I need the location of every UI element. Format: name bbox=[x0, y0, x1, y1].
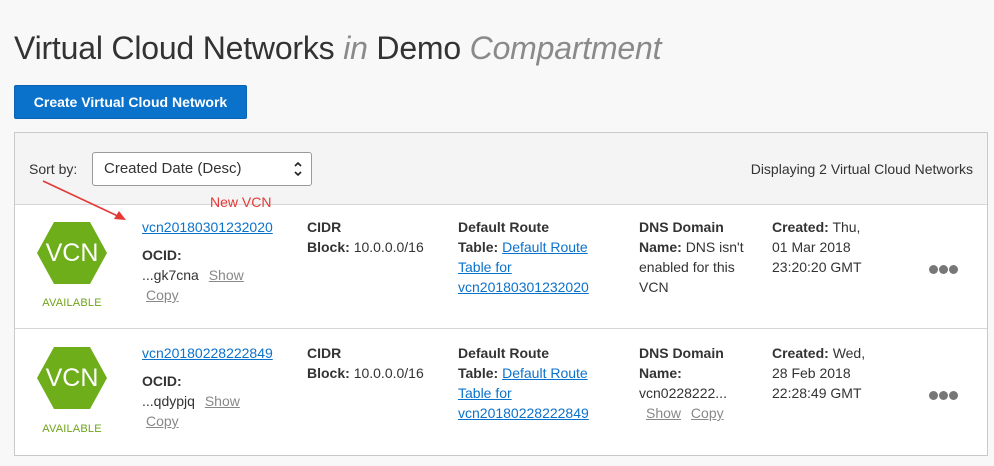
created-label: Created: bbox=[772, 219, 829, 235]
created-cell: Created: Thu, 01 Mar 2018 23:20:20 GMT bbox=[772, 217, 862, 277]
route-table-cell: Default Route Table: Default Route Table… bbox=[458, 343, 589, 423]
ocid-show-link[interactable]: Show bbox=[205, 393, 240, 409]
dns-value: vcn0228222... bbox=[639, 385, 727, 401]
display-count: Displaying 2 Virtual Cloud Networks bbox=[750, 161, 973, 177]
route-table-link-line2[interactable]: Table for bbox=[458, 259, 512, 275]
vcn-hexagon-icon: VCN bbox=[37, 222, 107, 284]
created-label: Created: bbox=[772, 345, 829, 361]
sort-label: Sort by: bbox=[29, 161, 78, 177]
ocid-label: OCID: bbox=[142, 373, 182, 389]
cidr-value: 10.0.0.0/16 bbox=[353, 239, 424, 255]
dns-label: DNS Domain bbox=[639, 345, 724, 361]
created-day: Thu, bbox=[832, 219, 861, 235]
cidr-label: CIDR bbox=[307, 345, 342, 361]
sort-select-value: Created Date (Desc) bbox=[104, 160, 242, 177]
dns-value-line3: VCN bbox=[639, 279, 669, 295]
created-date: 01 Mar 2018 bbox=[772, 239, 851, 255]
create-vcn-button[interactable]: Create Virtual Cloud Network bbox=[14, 85, 247, 119]
cidr-label: CIDR bbox=[307, 219, 342, 235]
page-title-in: in bbox=[343, 30, 368, 66]
route-table-link-line2[interactable]: Table for bbox=[458, 385, 512, 401]
created-time: 22:28:49 GMT bbox=[772, 385, 862, 401]
dns-cell: DNS Domain Name: vcn0228222... Show Copy bbox=[639, 343, 727, 423]
ocid-label: OCID: bbox=[142, 247, 182, 263]
route-label: Default Route bbox=[458, 219, 549, 235]
dns-show-link[interactable]: Show bbox=[646, 405, 681, 421]
compartment-word: Compartment bbox=[469, 30, 662, 66]
created-date: 28 Feb 2018 bbox=[772, 365, 851, 381]
dns-cell: DNS Domain Name: DNS isn't enabled for t… bbox=[639, 217, 744, 297]
vcn-icon-text: VCN bbox=[45, 364, 99, 392]
created-cell: Created: Wed, 28 Feb 2018 22:28:49 GMT bbox=[772, 343, 865, 403]
route-label: Default Route bbox=[458, 345, 549, 361]
route-table-cell: Default Route Table: Default Route Table… bbox=[458, 217, 589, 297]
dns-value: DNS isn't bbox=[685, 239, 744, 255]
page-title: Virtual Cloud Networks in Demo Compartme… bbox=[14, 30, 662, 67]
vcn-icon-text: VCN bbox=[45, 239, 99, 267]
vcn-row: VCN AVAILABLE vcn20180228222849 OCID: ..… bbox=[15, 329, 987, 455]
vcn-list-panel: Sort by: Created Date (Desc) Displaying … bbox=[14, 132, 988, 456]
dns-copy-link[interactable]: Copy bbox=[691, 405, 724, 421]
cidr-cell: CIDR Block: 10.0.0.0/16 bbox=[307, 217, 424, 257]
vcn-name-link[interactable]: vcn20180228222849 bbox=[142, 345, 273, 361]
select-arrows-icon bbox=[294, 161, 302, 177]
dns-value-line2: enabled for this bbox=[639, 259, 735, 275]
new-vcn-annotation: New VCN bbox=[210, 194, 272, 210]
route-table-link[interactable]: Default Route bbox=[502, 239, 588, 255]
cidr-label-block: Block: bbox=[307, 365, 350, 381]
vcn-name-link[interactable]: vcn20180301232020 bbox=[142, 219, 273, 235]
route-table-link-line3[interactable]: vcn20180228222849 bbox=[458, 405, 589, 421]
route-table-link-line3[interactable]: vcn20180301232020 bbox=[458, 279, 589, 295]
cidr-cell: CIDR Block: 10.0.0.0/16 bbox=[307, 343, 424, 383]
compartment-name: Demo bbox=[376, 30, 461, 66]
route-label-table: Table: bbox=[458, 365, 499, 381]
page-title-main: Virtual Cloud Networks bbox=[14, 30, 335, 66]
created-time: 23:20:20 GMT bbox=[772, 259, 862, 275]
annotation-arrow-icon bbox=[42, 180, 126, 220]
status-badge: AVAILABLE bbox=[42, 297, 102, 309]
vcn-name-cell: vcn20180228222849 bbox=[142, 343, 273, 363]
list-toolbar: Sort by: Created Date (Desc) Displaying … bbox=[15, 133, 987, 205]
dns-label-name: Name: bbox=[639, 365, 682, 381]
more-actions-icon[interactable] bbox=[929, 387, 961, 400]
ocid-value: ...qdypjq bbox=[142, 393, 195, 409]
cidr-label-block: Block: bbox=[307, 239, 350, 255]
cidr-value: 10.0.0.0/16 bbox=[353, 365, 424, 381]
ocid-show-link[interactable]: Show bbox=[209, 267, 244, 283]
vcn-hexagon-icon: VCN bbox=[37, 347, 107, 409]
route-label-table: Table: bbox=[458, 239, 499, 255]
route-table-link[interactable]: Default Route bbox=[502, 365, 588, 381]
ocid-cell: OCID: ...qdypjq Show Copy bbox=[142, 371, 240, 431]
dns-label: DNS Domain bbox=[639, 219, 724, 235]
created-day: Wed, bbox=[832, 345, 866, 361]
status-badge: AVAILABLE bbox=[42, 423, 102, 435]
ocid-cell: OCID: ...gk7cna Show Copy bbox=[142, 245, 244, 305]
vcn-name-cell: vcn20180301232020 bbox=[142, 217, 273, 237]
ocid-copy-link[interactable]: Copy bbox=[146, 413, 179, 429]
dns-label-name: Name: bbox=[639, 239, 682, 255]
ocid-copy-link[interactable]: Copy bbox=[146, 287, 179, 303]
ocid-value: ...gk7cna bbox=[142, 267, 199, 283]
more-actions-icon[interactable] bbox=[929, 261, 961, 274]
vcn-row: VCN AVAILABLE vcn20180301232020 OCID: ..… bbox=[15, 205, 987, 329]
